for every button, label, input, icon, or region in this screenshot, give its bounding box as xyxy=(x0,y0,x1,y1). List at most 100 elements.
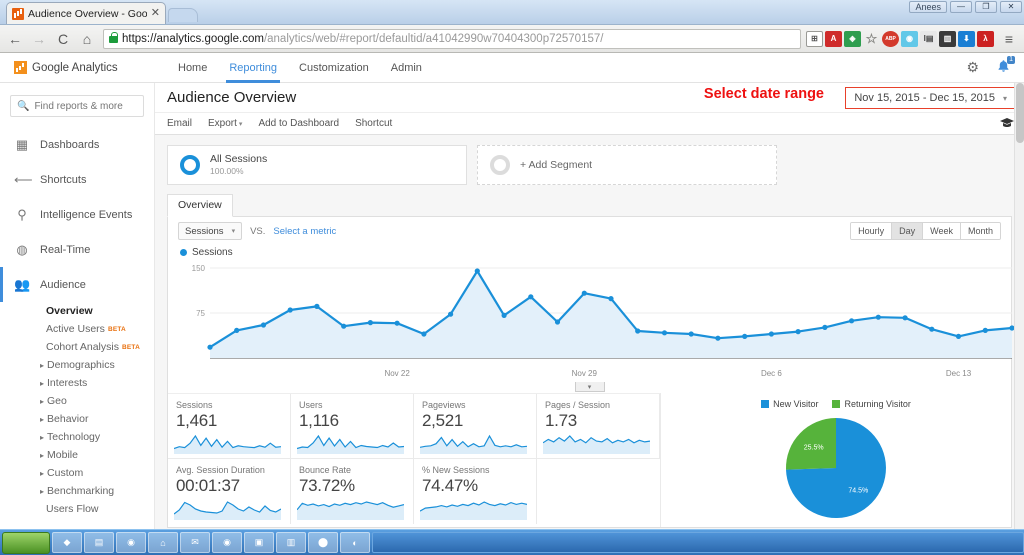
chart-point[interactable] xyxy=(822,325,827,330)
chart-point[interactable] xyxy=(288,307,293,312)
minimize-icon[interactable]: — xyxy=(950,1,972,13)
reload-icon[interactable]: C xyxy=(52,28,74,50)
taskbar-icon-4[interactable]: ⌂ xyxy=(148,532,178,553)
pie-legend-item[interactable]: New Visitor xyxy=(761,399,818,409)
chart-point[interactable] xyxy=(662,330,667,335)
chart-point[interactable] xyxy=(395,321,400,326)
home-icon[interactable]: ⌂ xyxy=(76,28,98,50)
action-export[interactable]: Export▾ xyxy=(208,118,242,129)
taskbar-icon-9[interactable]: ⬤ xyxy=(308,532,338,553)
chart-point[interactable] xyxy=(421,331,426,336)
search-input[interactable] xyxy=(34,101,137,112)
forward-icon[interactable]: → xyxy=(28,28,50,50)
chrome-menu-icon[interactable]: ≡ xyxy=(998,28,1020,50)
sidebar-item-shortcuts[interactable]: ⟵Shortcuts xyxy=(0,162,154,197)
chart-resize-handle[interactable]: ▾ xyxy=(575,382,605,392)
granularity-week[interactable]: Week xyxy=(923,223,961,239)
chart-point[interactable] xyxy=(608,296,613,301)
sidebar-subitem-cohort-analysis[interactable]: Cohort AnalysisBETA xyxy=(0,338,154,356)
segment-all-sessions[interactable]: All Sessions 100.00% xyxy=(167,145,467,185)
taskbar-icon-1[interactable]: ◆ xyxy=(52,532,82,553)
sidebar-subitem-users-flow[interactable]: Users Flow xyxy=(0,500,154,518)
sidebar-subitem-demographics[interactable]: ▸Demographics xyxy=(0,356,154,374)
sidebar-subitem-mobile[interactable]: ▸Mobile xyxy=(0,446,154,464)
chart-point[interactable] xyxy=(849,318,854,323)
ga-nav-home[interactable]: Home xyxy=(178,53,207,83)
chart-point[interactable] xyxy=(502,313,507,318)
granularity-day[interactable]: Day xyxy=(892,223,923,239)
ga-nav-customization[interactable]: Customization xyxy=(299,53,369,83)
sidebar-subitem-active-users[interactable]: Active UsersBETA xyxy=(0,320,154,338)
chart-point[interactable] xyxy=(207,345,212,350)
chart-point[interactable] xyxy=(261,322,266,327)
select-a-metric-link[interactable]: Select a metric xyxy=(273,226,336,237)
apps-grid-icon[interactable]: ⊞ xyxy=(806,31,823,47)
chart-point[interactable] xyxy=(903,315,908,320)
window-user-label[interactable]: Anees xyxy=(909,1,947,13)
new-tab-button[interactable] xyxy=(168,8,198,22)
chart-point[interactable] xyxy=(635,328,640,333)
taskbar-icon-7[interactable]: ▣ xyxy=(244,532,274,553)
restore-icon[interactable]: ❐ xyxy=(975,1,997,13)
sidebar-item-dashboards[interactable]: ▦Dashboards xyxy=(0,127,154,162)
address-bar[interactable]: https://analytics.google.com/analytics/w… xyxy=(103,29,801,49)
sidebar-item-intelligence-events[interactable]: ⚲Intelligence Events xyxy=(0,197,154,232)
taskbar-icon-2[interactable]: ▤ xyxy=(84,532,114,553)
chart-point[interactable] xyxy=(368,320,373,325)
add-segment-button[interactable]: + Add Segment xyxy=(477,145,777,185)
sidebar-subitem-benchmarking[interactable]: ▸Benchmarking xyxy=(0,482,154,500)
chart-point[interactable] xyxy=(689,331,694,336)
ga-nav-admin[interactable]: Admin xyxy=(391,53,422,83)
chart-point[interactable] xyxy=(796,329,801,334)
chart-point[interactable] xyxy=(769,331,774,336)
bookmark-star-icon[interactable]: ☆ xyxy=(863,31,880,47)
sidebar-subitem-geo[interactable]: ▸Geo xyxy=(0,392,154,410)
chart-point[interactable] xyxy=(234,328,239,333)
granularity-hourly[interactable]: Hourly xyxy=(851,223,892,239)
taskbar-icon-5[interactable]: ✉ xyxy=(180,532,210,553)
main-scrollbar[interactable] xyxy=(1014,83,1024,555)
action-add-to-dashboard[interactable]: Add to Dashboard xyxy=(258,118,339,129)
chart-point[interactable] xyxy=(475,268,480,273)
sidebar-item-real-time[interactable]: ◍Real-Time xyxy=(0,232,154,267)
scrollbar-thumb[interactable] xyxy=(1016,83,1024,143)
back-icon[interactable]: ← xyxy=(4,28,26,50)
sidebar-subitem-interests[interactable]: ▸Interests xyxy=(0,374,154,392)
chart-point[interactable] xyxy=(876,315,881,320)
graduation-cap-icon[interactable] xyxy=(1000,117,1014,131)
image-tool-icon[interactable]: I▤ xyxy=(920,31,937,47)
granularity-month[interactable]: Month xyxy=(961,223,1000,239)
notifications-bell-icon[interactable]: 1 xyxy=(997,59,1010,76)
taskbar-window-button[interactable] xyxy=(372,532,1024,553)
taskbar-icon-8[interactable]: ▥ xyxy=(276,532,306,553)
pdf-reader-icon[interactable]: λ xyxy=(977,31,994,47)
chart-point[interactable] xyxy=(555,319,560,324)
window-close-icon[interactable]: ✕ xyxy=(1000,1,1022,13)
film-strip-icon[interactable]: ▥ xyxy=(939,31,956,47)
start-button[interactable] xyxy=(2,532,50,554)
chart-point[interactable] xyxy=(742,334,747,339)
lamp-icon[interactable]: ◉ xyxy=(901,31,918,47)
chart-point[interactable] xyxy=(715,336,720,341)
adblock-plus-icon[interactable]: ABP xyxy=(882,31,899,47)
ga-nav-reporting[interactable]: Reporting xyxy=(229,53,277,83)
chart-point[interactable] xyxy=(983,328,988,333)
pie-chart-svg[interactable]: 74.5%25.5% xyxy=(771,409,901,527)
sidebar-subitem-custom[interactable]: ▸Custom xyxy=(0,464,154,482)
taskbar-icon-10[interactable]: ◐ xyxy=(340,532,370,553)
chart-point[interactable] xyxy=(956,334,961,339)
chart-point[interactable] xyxy=(929,327,934,332)
search-reports-box[interactable]: 🔍 xyxy=(10,95,144,117)
browser-tab[interactable]: Audience Overview - Goo ✕ xyxy=(6,2,166,24)
gear-icon[interactable]: ⚙ xyxy=(966,59,979,76)
metric-select-dropdown[interactable]: Sessions ▾ xyxy=(178,222,242,240)
ga-logo[interactable]: Google Analytics xyxy=(14,61,164,74)
sidebar-subitem-technology[interactable]: ▸Technology xyxy=(0,428,154,446)
adblock-a-icon[interactable]: A xyxy=(825,31,842,47)
action-email[interactable]: Email xyxy=(167,118,192,129)
download-arrow-icon[interactable]: ⬇ xyxy=(958,31,975,47)
taskbar-icon-3[interactable]: ◉ xyxy=(116,532,146,553)
tab-overview[interactable]: Overview xyxy=(167,194,233,217)
close-icon[interactable]: ✕ xyxy=(151,8,160,19)
shield-icon[interactable]: ◈ xyxy=(844,31,861,47)
